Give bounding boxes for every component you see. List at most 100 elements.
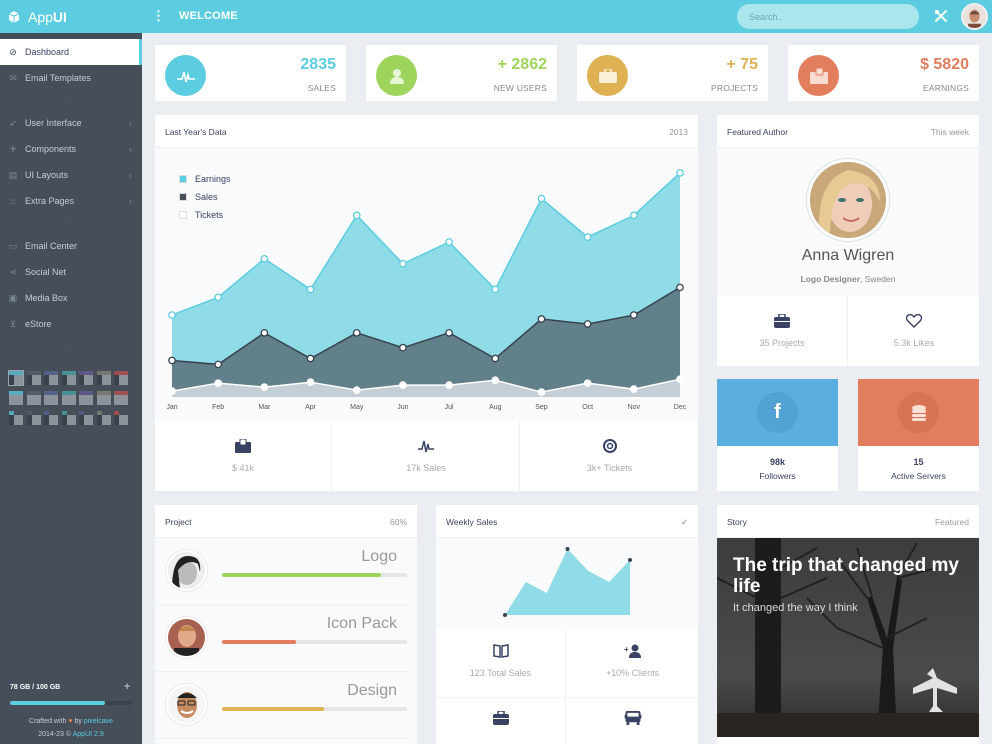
sidebar-item-email-center[interactable]: ▭ Email Center	[0, 233, 142, 259]
data-point-sales[interactable]	[260, 328, 269, 337]
sidebar-item-media-box[interactable]: ▣ Media Box	[0, 285, 142, 311]
data-point-tickets[interactable]	[306, 378, 315, 387]
legend-item-earnings[interactable]: Earnings	[179, 170, 231, 188]
theme-option[interactable]	[96, 371, 111, 385]
theme-option[interactable]	[26, 371, 41, 385]
data-point-sales[interactable]	[306, 354, 315, 363]
theme-option[interactable]	[61, 411, 76, 425]
data-point-tickets[interactable]	[352, 386, 361, 394]
data-point-earnings[interactable]	[399, 259, 407, 268]
tools-icon[interactable]	[934, 9, 948, 23]
project-avatar	[166, 617, 207, 658]
data-point-earnings[interactable]	[214, 293, 223, 302]
weekly-data-point[interactable]	[565, 547, 570, 551]
stat-card-earnings[interactable]: $ 5820 EARNINGS	[788, 45, 979, 101]
data-point-earnings[interactable]	[352, 211, 361, 220]
sidebar-item-email-templates[interactable]: ✉ Email Templates	[0, 65, 142, 91]
data-point-sales[interactable]	[629, 311, 638, 319]
data-point-tickets[interactable]	[168, 387, 176, 395]
author-projects[interactable]: 35 Projects	[717, 297, 848, 366]
sidebar-item-social-net[interactable]: ⋖ Social Net	[0, 259, 142, 285]
theme-option[interactable]	[44, 411, 58, 425]
theme-option[interactable]	[61, 391, 76, 405]
data-point-earnings[interactable]	[491, 285, 500, 294]
theme-option[interactable]	[96, 391, 111, 405]
pulse-icon	[165, 55, 206, 96]
stat-card-sales[interactable]: 2835 SALES	[155, 45, 346, 101]
data-point-earnings[interactable]	[629, 211, 638, 220]
author-link[interactable]: pixelcave	[84, 718, 113, 725]
data-point-earnings[interactable]	[306, 285, 315, 294]
weekly-chart-area	[436, 538, 698, 628]
theme-option[interactable]	[114, 371, 128, 385]
data-point-sales[interactable]	[491, 354, 500, 363]
theme-option[interactable]	[44, 371, 58, 385]
theme-option[interactable]	[96, 411, 111, 425]
sidebar-item-components[interactable]: ✈ Components ‹	[0, 136, 142, 162]
brand-logo[interactable]: App UI	[0, 0, 142, 33]
theme-option[interactable]	[44, 391, 58, 405]
theme-option[interactable]	[9, 391, 23, 405]
data-point-earnings[interactable]	[445, 238, 453, 246]
sidebar-item-dashboard[interactable]: ⊘ Dashboard	[0, 39, 142, 65]
sidebar-item-ui-layouts[interactable]: ▤ UI Layouts ‹	[0, 162, 142, 188]
theme-option[interactable]	[26, 391, 41, 405]
data-point-tickets[interactable]	[537, 388, 546, 396]
data-point-sales[interactable]	[352, 328, 361, 337]
data-point-sales[interactable]	[445, 328, 453, 337]
data-point-sales[interactable]	[399, 343, 407, 352]
data-point-tickets[interactable]	[491, 376, 500, 385]
data-point-tickets[interactable]	[676, 375, 684, 384]
check-icon[interactable]: ✔	[681, 517, 688, 528]
legend-item-sales[interactable]: Sales	[179, 188, 231, 206]
stat-card-projects[interactable]: + 75 PROJECTS	[577, 45, 768, 101]
data-point-tickets[interactable]	[445, 381, 453, 390]
menu-toggle-icon[interactable]: ⋮	[152, 8, 165, 24]
project-item-design[interactable]: Design	[155, 672, 408, 739]
user-avatar[interactable]	[961, 3, 988, 30]
weekly-data-point[interactable]	[628, 558, 632, 562]
stat-card-new-users[interactable]: + 2862 NEW USERS	[366, 45, 557, 101]
data-point-tickets[interactable]	[583, 379, 592, 388]
sidebar-item-extra-pages[interactable]: ⌂ Extra Pages ‹	[0, 188, 142, 214]
data-point-earnings[interactable]	[168, 311, 176, 319]
data-point-sales[interactable]	[676, 283, 684, 292]
data-point-sales[interactable]	[583, 320, 592, 328]
theme-option[interactable]	[79, 391, 93, 405]
data-point-earnings[interactable]	[260, 254, 269, 263]
data-point-sales[interactable]	[214, 360, 223, 369]
search-input[interactable]	[737, 4, 919, 29]
theme-option[interactable]	[114, 391, 128, 405]
weekly-data-point[interactable]	[503, 613, 507, 617]
version-link[interactable]: AppUI 2.9	[73, 731, 104, 738]
data-point-tickets[interactable]	[214, 379, 223, 388]
project-item-icon-pack[interactable]: Icon Pack	[155, 605, 408, 672]
data-point-sales[interactable]	[168, 356, 176, 365]
theme-option[interactable]	[8, 370, 24, 386]
active-servers-card[interactable]: 15 Active Servers	[858, 379, 979, 491]
legend-swatch	[179, 211, 187, 219]
sidebar-item-estore[interactable]: ⊻ eStore	[0, 311, 142, 337]
data-point-tickets[interactable]	[629, 385, 638, 393]
theme-option[interactable]	[79, 411, 93, 425]
data-point-tickets[interactable]	[399, 381, 407, 390]
author-avatar[interactable]	[807, 159, 889, 241]
legend-item-tickets[interactable]: Tickets	[179, 206, 231, 224]
add-storage-icon[interactable]: +	[124, 681, 130, 693]
facebook-followers-card[interactable]: f 98k Followers	[717, 379, 838, 491]
data-point-earnings[interactable]	[537, 194, 546, 203]
data-point-tickets[interactable]	[260, 383, 269, 391]
theme-option[interactable]	[26, 411, 41, 425]
theme-option[interactable]	[61, 371, 76, 385]
data-point-earnings[interactable]	[583, 233, 592, 241]
theme-option[interactable]	[114, 411, 128, 425]
data-point-earnings[interactable]	[676, 169, 684, 177]
sidebar-item-label: Email Templates	[25, 73, 91, 83]
theme-option[interactable]	[9, 411, 23, 425]
data-point-sales[interactable]	[537, 315, 546, 323]
story-card[interactable]: Story Featured The trip that changed my …	[717, 505, 979, 744]
project-item-logo[interactable]: Logo	[155, 538, 408, 605]
sidebar-item-user-interface[interactable]: ➶ User Interface ‹	[0, 110, 142, 136]
theme-option[interactable]	[79, 371, 93, 385]
author-likes[interactable]: 5.3k Likes	[849, 297, 979, 366]
